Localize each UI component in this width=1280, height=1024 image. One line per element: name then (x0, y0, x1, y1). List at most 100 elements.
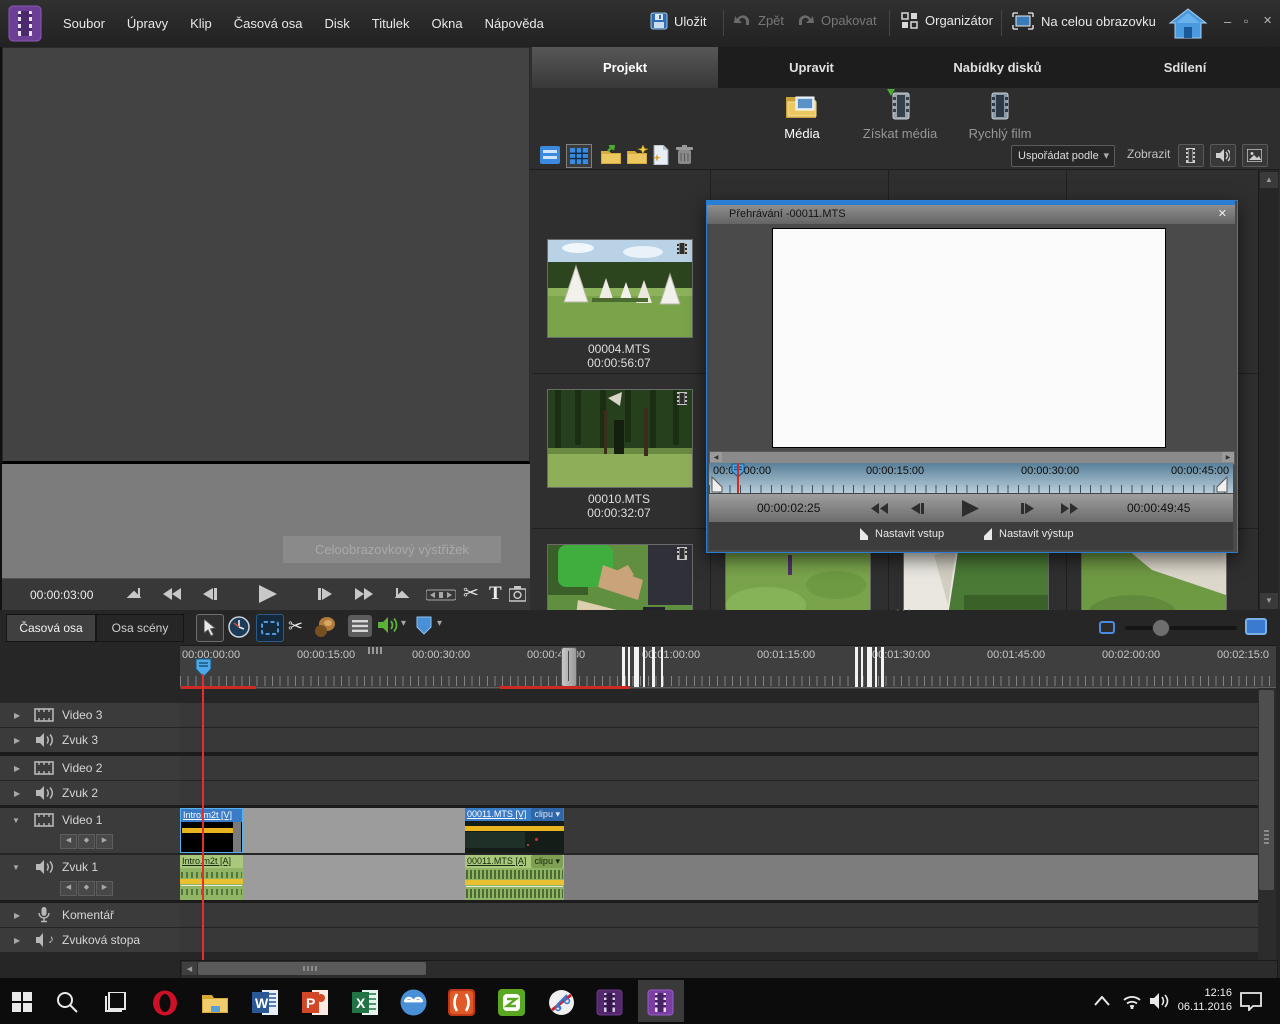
window-close-button[interactable]: ✕ (1263, 14, 1272, 27)
timeline-splitter-grip[interactable]: ··· (896, 604, 913, 616)
track-header-video3[interactable]: ▶ Video 3 (0, 703, 180, 728)
keyframe-navigator[interactable]: ◀ ◆ ▶ (60, 834, 113, 849)
tab-osa-sceny[interactable]: Osa scény (96, 614, 184, 642)
media-action-button[interactable]: Média (770, 91, 834, 141)
start-button-icon[interactable] (12, 992, 32, 1012)
clip-menu-button[interactable]: clipu ▾ (531, 808, 563, 821)
camera-snapshot-icon[interactable] (509, 586, 526, 602)
keyframe-navigator[interactable]: ◀ ◆ ▶ (60, 881, 113, 896)
track-header-zvukova-stopa[interactable]: ▶ ♪ Zvuková stopa (0, 928, 180, 953)
task-view-icon[interactable] (104, 992, 128, 1012)
zoom-in-icon[interactable] (1245, 618, 1267, 635)
step-forward-icon[interactable] (318, 588, 332, 600)
split-clip-scissors-icon[interactable]: ✂ (463, 582, 479, 605)
home-button[interactable] (1168, 8, 1208, 45)
keyframe-add-button[interactable]: ◆ (78, 834, 95, 849)
timeline-hscrollbar[interactable]: ◀ (180, 960, 1278, 979)
expander-icon[interactable]: ▶ (14, 736, 20, 745)
expander-icon[interactable]: ▶ (14, 936, 20, 945)
track-lane-video2[interactable] (180, 756, 1276, 781)
window-minimize-button[interactable]: – (1224, 14, 1231, 29)
time-stretch-tool-icon[interactable] (228, 616, 250, 638)
player-play-icon[interactable] (961, 500, 980, 517)
new-item-icon[interactable] (652, 145, 670, 165)
keyframe-prev-button[interactable]: ◀ (60, 834, 77, 849)
show-photo-toggle[interactable] (1242, 144, 1268, 167)
track-lane-zvuk3[interactable] (180, 728, 1276, 753)
expander-icon[interactable]: ▶ (14, 764, 20, 773)
search-icon[interactable] (56, 991, 78, 1013)
list-view-icon[interactable] (540, 146, 560, 164)
import-folder-icon[interactable] (600, 145, 622, 165)
player-ruler[interactable]: 00:00:00:00 00:00:15:00 00:00:30:00 00:0… (709, 463, 1233, 493)
player-fast-forward-icon[interactable] (1061, 503, 1078, 514)
shuttle-control[interactable] (426, 589, 456, 601)
show-video-toggle[interactable] (1178, 144, 1204, 167)
wifi-icon[interactable] (1122, 994, 1142, 1009)
menu-casova-osa[interactable]: Časová osa (223, 0, 314, 47)
fullscreen-clip-button[interactable]: Celoobrazovkový výstřižek (283, 536, 501, 563)
show-audio-toggle[interactable] (1210, 144, 1236, 167)
rewind-icon[interactable] (163, 588, 181, 600)
timeline-vscrollbar[interactable] (1258, 688, 1276, 960)
player-rewind-icon[interactable] (871, 503, 888, 514)
timeline-clip-00011-video[interactable]: 00011.MTS [V]clipu ▾ (465, 808, 564, 853)
redo-button[interactable]: Opakovat (796, 12, 877, 28)
active-app-highlight[interactable] (638, 980, 684, 1022)
opera-icon[interactable] (152, 990, 178, 1016)
smart-mix-tool-icon[interactable] (314, 616, 336, 638)
vscrollbar-thumb[interactable] (1259, 690, 1274, 890)
timeline-zoom-slider-track[interactable] (1125, 626, 1237, 630)
menu-titulek[interactable]: Titulek (361, 0, 421, 47)
menu-okna[interactable]: Okna (421, 0, 474, 47)
menu-klip[interactable]: Klip (179, 0, 223, 47)
powerpoint-icon[interactable]: P (302, 990, 328, 1015)
keyframe-prev-button[interactable]: ◀ (60, 881, 77, 896)
selection-tool-button[interactable] (196, 614, 224, 642)
keyframe-next-button[interactable]: ▶ (96, 834, 113, 849)
player-step-forward-icon[interactable] (1021, 503, 1034, 514)
tab-nabidky-disku[interactable]: Nabídky disků (905, 47, 1091, 88)
work-area-end-handle[interactable] (561, 647, 577, 687)
timeline-ruler[interactable]: 00:00:00:00 00:00:15:00 00:00:30:00 00:0… (180, 645, 1276, 689)
clip-menu-button[interactable]: clipu ▾ (531, 855, 563, 868)
divx-icon[interactable] (448, 989, 475, 1016)
track-header-zvuk1[interactable]: ▼ Zvuk 1 ◀ ◆ ▶ (0, 855, 180, 901)
excel-icon[interactable]: X (352, 990, 378, 1015)
player-titlebar[interactable]: Přehrávání -00011.MTS ✕ (707, 205, 1235, 224)
clip-volume-keyline[interactable] (465, 880, 564, 885)
play-icon[interactable] (258, 585, 278, 603)
menu-soubor[interactable]: Soubor (52, 0, 116, 47)
clip-volume-keyline[interactable] (180, 879, 243, 884)
grid-view-button[interactable] (566, 144, 592, 168)
get-media-action-button[interactable]: Získat média (860, 89, 940, 141)
step-back-icon[interactable] (203, 588, 217, 600)
track-lane-video1[interactable]: Intro.m2t [V] 00011.MTS [V]clipu ▾ (180, 808, 1276, 854)
timeline-clip-00011-audio[interactable]: 00011.MTS [A]clipu ▾ (465, 855, 564, 900)
organizer-button[interactable]: Organizátor (901, 12, 993, 29)
track-lane-video3[interactable] (180, 703, 1276, 728)
expander-icon[interactable]: ▶ (14, 789, 20, 798)
snipping-tool-icon[interactable] (548, 989, 575, 1016)
properties-button[interactable] (348, 615, 372, 637)
scroll-left-arrow[interactable]: ◀ (710, 452, 722, 462)
fast-forward-icon[interactable] (355, 588, 373, 600)
goto-out-point-icon[interactable] (394, 587, 410, 602)
clock[interactable]: 12:16 06.11.2016 (1162, 986, 1232, 1014)
premiere-elements-taskbar-icon[interactable] (596, 989, 623, 1016)
scroll-left-arrow[interactable]: ◀ (182, 962, 197, 975)
media-grid-scrollbar[interactable]: ▲ ▼ (1258, 170, 1279, 611)
undo-button[interactable]: Zpět (733, 12, 784, 28)
track-header-video1[interactable]: ▼ Video 1 ◀ ◆ ▶ (0, 808, 180, 854)
expander-icon[interactable]: ▶ (14, 911, 20, 920)
timeline-clip-intro-video[interactable]: Intro.m2t [V] (180, 808, 243, 853)
track-lane-zvuk2[interactable] (180, 781, 1276, 806)
file-explorer-icon[interactable] (202, 992, 228, 1013)
timeline-zoom-slider-thumb[interactable] (1152, 619, 1170, 637)
new-folder-icon[interactable] (626, 145, 648, 165)
track-header-video2[interactable]: ▶ Video 2 (0, 756, 180, 781)
fullscreen-button[interactable]: Na celou obrazovku (1012, 12, 1156, 30)
track-lane-zvukova-stopa[interactable] (180, 928, 1276, 953)
track-lane-komentar[interactable] (180, 903, 1276, 928)
player-close-button[interactable]: ✕ (1218, 207, 1227, 220)
